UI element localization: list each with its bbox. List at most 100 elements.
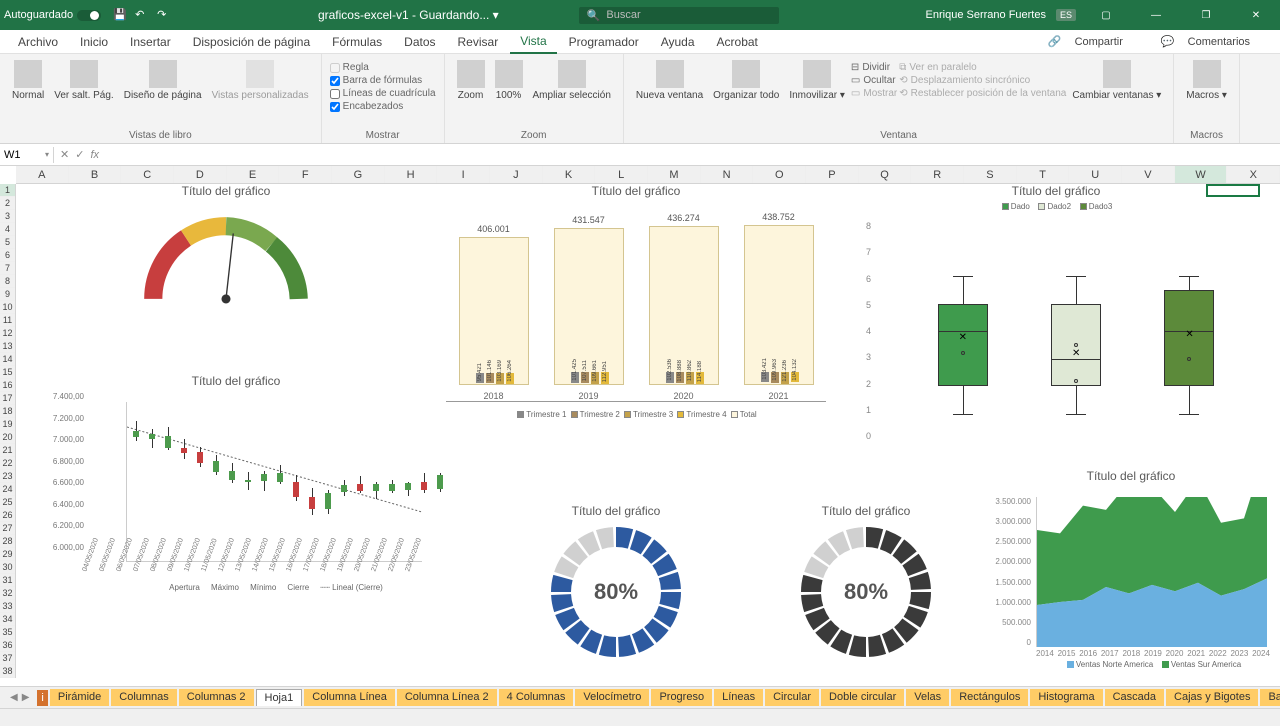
freeze-panes-button[interactable]: Inmovilizar ▾ (785, 58, 849, 103)
quick-access-toolbar: 💾 ↶ ↷ (113, 8, 171, 22)
hide-button[interactable]: ▭ Ocultar (851, 75, 897, 86)
tab-formulas[interactable]: Fórmulas (322, 31, 392, 53)
sheet-tab[interactable]: 4 Columnas (499, 689, 574, 706)
chart-title: Título del gráfico (506, 504, 726, 518)
tab-vista[interactable]: Vista (510, 30, 556, 54)
tab-acrobat[interactable]: Acrobat (707, 31, 768, 53)
close-icon[interactable]: ✕ (1236, 10, 1276, 21)
headings-checkbox[interactable]: Encabezados (330, 101, 436, 112)
filename[interactable]: graficos-excel-v1 - Guardando... ▾ (318, 8, 499, 22)
zoom-100-button[interactable]: 100% (491, 58, 527, 103)
sheet-tab-bar: ◀▶ i PirámideColumnasColumnas 2Hoja1Colu… (0, 686, 1280, 708)
macros-button[interactable]: Macros ▾ (1182, 58, 1231, 103)
gridlines-checkbox[interactable]: Líneas de cuadrícula (330, 88, 436, 99)
sheet-tab[interactable]: Histograma (1030, 689, 1102, 706)
tab-disposicion[interactable]: Disposición de página (183, 31, 320, 53)
group-macros: Macros ▾ Macros (1174, 54, 1240, 143)
donut-chart-black[interactable]: Título del gráfico 80% (756, 504, 976, 666)
sheet-tab[interactable]: Velocímetro (575, 689, 649, 706)
ribbon-tabs: Archivo Inicio Insertar Disposición de p… (0, 30, 1280, 54)
custom-views-button[interactable]: Vistas personalizadas (208, 58, 313, 103)
tab-archivo[interactable]: Archivo (8, 31, 68, 53)
chart-title: Título del gráfico (856, 184, 1256, 198)
sheet-tab[interactable]: Columna Línea 2 (397, 689, 497, 706)
enter-icon[interactable]: ✓ (75, 148, 84, 161)
sheet-tab-info[interactable]: i (37, 690, 47, 706)
normal-button[interactable]: Normal (8, 58, 48, 103)
active-cell (1206, 184, 1260, 197)
sheet-tab[interactable]: Cajas y Bigotes (1166, 689, 1258, 706)
chart-title: Título del gráfico (986, 469, 1276, 483)
reset-pos-button[interactable]: ⟲ Restablecer posición de la ventana (899, 88, 1066, 99)
chart-title: Título del gráfico (46, 374, 426, 388)
new-window-button[interactable]: Nueva ventana (632, 58, 707, 103)
ruler-checkbox[interactable]: Regla (330, 62, 436, 73)
unhide-button[interactable]: ▭ Mostrar (851, 88, 897, 99)
tab-insertar[interactable]: Insertar (120, 31, 181, 53)
donut-chart-blue[interactable]: Título del gráfico 80% (506, 504, 726, 666)
sheet-tab[interactable]: Columna Línea (304, 689, 395, 706)
save-icon[interactable]: 💾 (113, 8, 127, 22)
tab-revisar[interactable]: Revisar (448, 31, 509, 53)
split-button[interactable]: ⊟ Dividir (851, 62, 897, 73)
stacked-bar-chart[interactable]: Título del gráfico 406.00195.421101.1461… (436, 184, 836, 432)
zoom-selection-button[interactable]: Ampliar selección (529, 58, 615, 103)
group-mostrar: Regla Barra de fórmulas Líneas de cuadrí… (322, 54, 445, 143)
sheet-tab[interactable]: Pirámide (50, 689, 109, 706)
column-headers[interactable]: ABCDEFGHIJKLMNOPQRSTUVWX (16, 166, 1280, 184)
sheet-tab[interactable]: Rectángulos (951, 689, 1028, 706)
sync-scroll-button[interactable]: ⟲ Desplazamiento sincrónico (899, 75, 1066, 86)
boxplot-chart[interactable]: Título del gráfico Dado Dado2 Dado3 0123… (856, 184, 1256, 451)
zoom-button[interactable]: Zoom (453, 58, 489, 103)
tab-programador[interactable]: Programador (559, 31, 649, 53)
share-button[interactable]: 🔗 Compartir (1038, 31, 1143, 52)
side-by-side-button[interactable]: ⧉ Ver en paralelo (899, 62, 1066, 73)
sheet-tab[interactable]: Doble circular (821, 689, 904, 706)
tab-inicio[interactable]: Inicio (70, 31, 118, 53)
maximize-icon[interactable]: ❐ (1186, 10, 1226, 21)
chart-title: Título del gráfico (436, 184, 836, 198)
cancel-icon[interactable]: ✕ (60, 148, 69, 161)
sheet-tab[interactable]: Progreso (651, 689, 712, 706)
page-layout-button[interactable]: Diseño de página (120, 58, 206, 103)
sheet-tab[interactable]: Cascada (1105, 689, 1164, 706)
comments-button[interactable]: 💬 Comentarios (1151, 31, 1270, 52)
sheet-nav[interactable]: ◀▶ (4, 692, 35, 703)
candlestick-chart[interactable]: Título del gráfico 7.400,007.200,007.000… (46, 374, 426, 654)
group-zoom: Zoom 100% Ampliar selección Zoom (445, 54, 624, 143)
minimize-icon[interactable]: — (1136, 10, 1176, 21)
toggle-icon (77, 10, 101, 21)
sheet-tab[interactable]: Circular (765, 689, 819, 706)
ribbon-options-icon[interactable]: ▢ (1086, 10, 1126, 21)
tab-ayuda[interactable]: Ayuda (651, 31, 705, 53)
name-box[interactable]: W1 (0, 147, 54, 163)
title-bar: Autoguardado 💾 ↶ ↷ graficos-excel-v1 - G… (0, 0, 1280, 30)
sheet-tab[interactable]: Hoja1 (256, 689, 303, 706)
sheet-tab[interactable]: Velas (906, 689, 949, 706)
user-name[interactable]: Enrique Serrano Fuertes (926, 9, 1046, 21)
row-headers[interactable]: 1234567891011121314151617181920212223242… (0, 184, 16, 678)
sheet-tab[interactable]: Barras (1260, 689, 1280, 706)
fx-icon[interactable]: fx (90, 149, 99, 161)
formula-bar: W1 ✕ ✓ fx (0, 144, 1280, 166)
area-chart[interactable]: Título del gráfico 3.500.0003.000.0002.5… (986, 469, 1276, 677)
chart-title: Título del gráfico (46, 184, 406, 198)
sheet-tab[interactable]: Columnas (111, 689, 177, 706)
tab-datos[interactable]: Datos (394, 31, 445, 53)
switch-windows-button[interactable]: Cambiar ventanas ▾ (1068, 58, 1165, 103)
sheet-tab[interactable]: Líneas (714, 689, 763, 706)
formula-input[interactable] (105, 147, 1280, 163)
worksheet-grid[interactable]: ABCDEFGHIJKLMNOPQRSTUVWX 123456789101112… (0, 166, 1280, 686)
autosave-toggle[interactable]: Autoguardado (4, 9, 101, 21)
sheet-tab[interactable]: Columnas 2 (179, 689, 254, 706)
arrange-all-button[interactable]: Organizar todo (709, 58, 783, 103)
search-input[interactable]: 🔍 Buscar (579, 7, 779, 24)
undo-icon[interactable]: ↶ (135, 8, 149, 22)
search-icon: 🔍 (587, 9, 601, 22)
redo-icon[interactable]: ↷ (157, 8, 171, 22)
formula-bar-checkbox[interactable]: Barra de fórmulas (330, 75, 436, 86)
user-badge[interactable]: ES (1056, 9, 1076, 21)
page-break-button[interactable]: Ver salt. Pág. (50, 58, 117, 103)
status-bar (0, 708, 1280, 726)
gauge-chart[interactable]: Título del gráfico (46, 184, 406, 328)
